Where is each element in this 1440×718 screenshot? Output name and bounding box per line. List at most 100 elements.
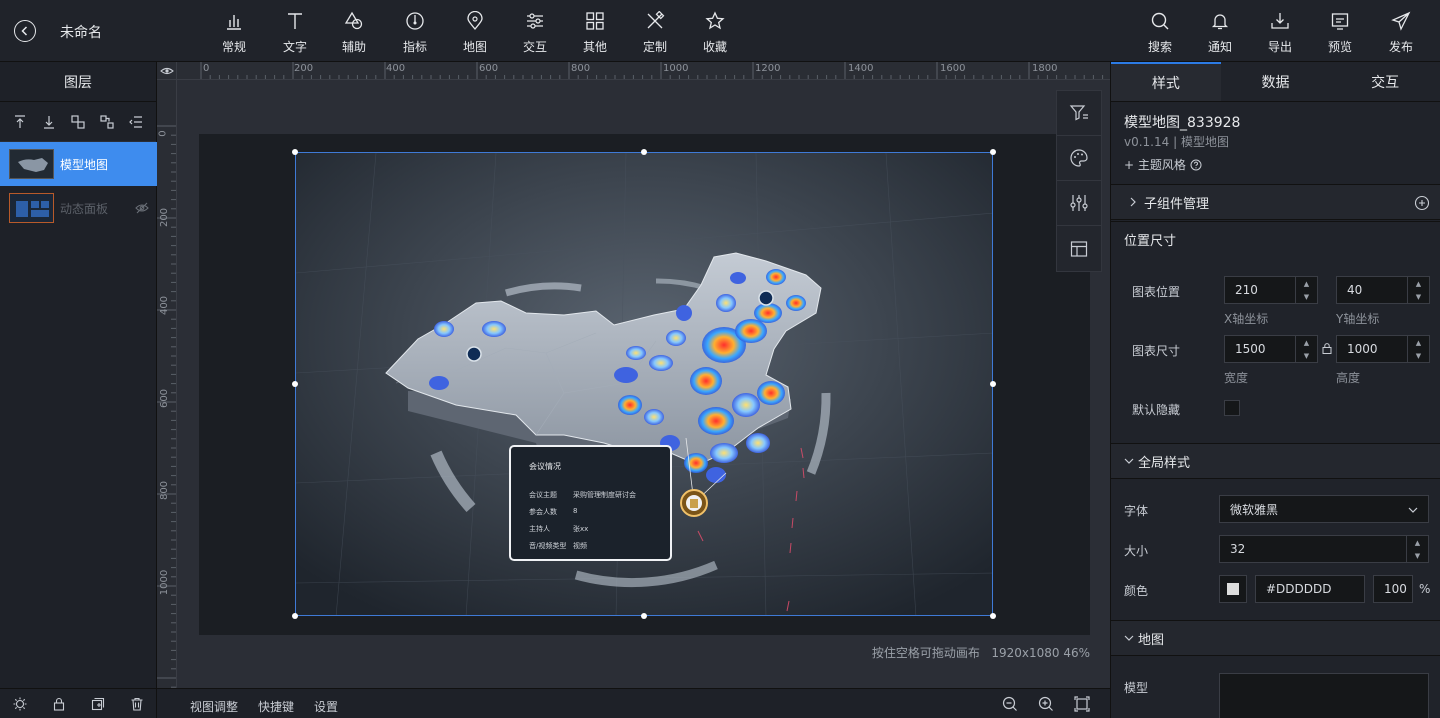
- height-caption: 高度: [1336, 371, 1361, 385]
- ruler-label: 0: [157, 130, 169, 137]
- ruler-ticks: [200, 62, 1104, 79]
- font-select[interactable]: 微软雅黑: [1219, 495, 1429, 523]
- toolbar-other[interactable]: 其他: [570, 10, 620, 56]
- shortcuts-button[interactable]: 快捷键: [258, 698, 294, 715]
- lock-icon[interactable]: [51, 696, 67, 712]
- palette-icon: [1070, 149, 1088, 167]
- toolbar-favorites[interactable]: 收藏: [690, 10, 740, 56]
- lightbulb-icon[interactable]: [12, 696, 28, 712]
- step-up-icon[interactable]: ▲: [1408, 277, 1429, 290]
- ruler-toggle[interactable]: [157, 62, 177, 80]
- collapse-icon[interactable]: [128, 114, 144, 130]
- eye-off-icon[interactable]: [135, 201, 149, 215]
- step-up-icon[interactable]: ▲: [1407, 536, 1428, 549]
- theme-style-link[interactable]: + 主题风格: [1124, 156, 1202, 173]
- gauge-icon: [404, 10, 426, 32]
- resize-handle-sw[interactable]: [292, 613, 298, 619]
- toolbar-publish[interactable]: 发布: [1376, 10, 1426, 56]
- popup-value: 采购管理制度研讨会: [573, 491, 636, 499]
- layer-thumbnail: [9, 149, 54, 179]
- top-toolbar: 未命名 常规 文字 辅助 指标 地图 交互 其他 定制 收藏 搜索 通知 导出 …: [0, 0, 1440, 62]
- tab-style[interactable]: 样式: [1111, 62, 1221, 101]
- model-map-component[interactable]: 会议情况 会议主题 采购管理制度研讨会 参会人数 8 主持人 张xx 音/视频类…: [295, 152, 993, 616]
- resize-handle-se[interactable]: [990, 613, 996, 619]
- move-to-top-icon[interactable]: [12, 114, 28, 130]
- popup-value: 视频: [573, 542, 587, 550]
- size-width-input[interactable]: 1500 ▲ ▼: [1224, 335, 1318, 363]
- step-down-icon[interactable]: ▼: [1296, 349, 1317, 362]
- resize-handle-s[interactable]: [641, 613, 647, 619]
- section-sub-components[interactable]: 子组件管理: [1111, 184, 1440, 220]
- toolbar-label: 交互: [522, 40, 547, 54]
- resize-handle-e[interactable]: [990, 381, 996, 387]
- toolbar-map[interactable]: 地图: [450, 10, 500, 56]
- position-y-input[interactable]: 40 ▲ ▼: [1336, 276, 1430, 304]
- toolbar-text[interactable]: 文字: [270, 10, 320, 56]
- font-size-input[interactable]: 32 ▲ ▼: [1219, 535, 1429, 563]
- layer-item-dynamic-panel[interactable]: 动态面板: [0, 186, 157, 230]
- resize-handle-ne[interactable]: [990, 149, 996, 155]
- duplicate-icon[interactable]: [90, 696, 106, 712]
- color-swatch[interactable]: [1219, 575, 1247, 603]
- tab-data[interactable]: 数据: [1221, 62, 1331, 101]
- toolbar-interaction[interactable]: 交互: [510, 10, 560, 56]
- input-value: 210: [1235, 283, 1258, 297]
- sliders-icon: [524, 10, 546, 32]
- step-up-icon[interactable]: ▲: [1296, 277, 1317, 290]
- section-global-style[interactable]: 全局样式: [1111, 443, 1440, 479]
- toolbar-regular[interactable]: 常规: [209, 10, 259, 56]
- position-x-input[interactable]: 210 ▲ ▼: [1224, 276, 1318, 304]
- zoom-in-icon[interactable]: [1038, 696, 1054, 712]
- layer-item-model-map[interactable]: 模型地图: [0, 142, 157, 186]
- section-title: 位置尺寸: [1124, 234, 1177, 249]
- resize-handle-n[interactable]: [641, 149, 647, 155]
- group-icon[interactable]: [70, 114, 86, 130]
- bell-icon: [1209, 10, 1231, 32]
- layer-name: 动态面板: [60, 201, 109, 216]
- layout-tool[interactable]: [1057, 226, 1101, 271]
- step-up-icon[interactable]: ▲: [1408, 336, 1429, 349]
- toolbar-indicator[interactable]: 指标: [390, 10, 440, 56]
- toolbar-notify[interactable]: 通知: [1195, 10, 1245, 56]
- back-button[interactable]: [14, 20, 36, 42]
- tab-interaction[interactable]: 交互: [1330, 62, 1440, 101]
- panel-tabs: 样式 数据 交互: [1111, 62, 1440, 102]
- opacity-input[interactable]: 100: [1373, 575, 1413, 603]
- lock-ratio-icon[interactable]: [1321, 342, 1333, 354]
- toolbar-search[interactable]: 搜索: [1135, 10, 1185, 56]
- model-upload-box[interactable]: [1219, 673, 1429, 718]
- ruler-label: 1400: [848, 63, 874, 74]
- section-map[interactable]: 地图: [1111, 620, 1440, 656]
- view-adjust-button[interactable]: 视图调整: [190, 698, 238, 715]
- move-to-bottom-icon[interactable]: [41, 114, 57, 130]
- step-down-icon[interactable]: ▼: [1408, 290, 1429, 303]
- resize-handle-w[interactable]: [292, 381, 298, 387]
- filter-tool[interactable]: [1057, 91, 1101, 136]
- toolbar-export[interactable]: 导出: [1255, 10, 1305, 56]
- toolbar-preview[interactable]: 预览: [1315, 10, 1365, 56]
- input-value: 1000: [1347, 342, 1378, 356]
- ungroup-icon[interactable]: [99, 114, 115, 130]
- step-down-icon[interactable]: ▼: [1407, 549, 1428, 562]
- zoom-out-icon[interactable]: [1002, 696, 1018, 712]
- bottom-toolbar: 视图调整 快捷键 设置: [157, 688, 1110, 718]
- canvas-workspace[interactable]: 会议情况 会议主题 采购管理制度研讨会 参会人数 8 主持人 张xx 音/视频类…: [177, 80, 1110, 688]
- step-up-icon[interactable]: ▲: [1296, 336, 1317, 349]
- step-down-icon[interactable]: ▼: [1296, 290, 1317, 303]
- fit-screen-icon[interactable]: [1074, 696, 1090, 712]
- toolbar-custom[interactable]: 定制: [630, 10, 680, 56]
- toolbar-auxiliary[interactable]: 辅助: [329, 10, 379, 56]
- resize-handle-nw[interactable]: [292, 149, 298, 155]
- size-height-input[interactable]: 1000 ▲ ▼: [1336, 335, 1430, 363]
- input-value: 100: [1384, 582, 1407, 596]
- step-down-icon[interactable]: ▼: [1408, 349, 1429, 362]
- theme-tool[interactable]: [1057, 136, 1101, 181]
- text-icon: [284, 10, 306, 32]
- adjust-tool[interactable]: [1057, 181, 1101, 226]
- chart-size-label: 图表尺寸: [1132, 344, 1181, 358]
- settings-button[interactable]: 设置: [314, 698, 338, 715]
- color-hex-input[interactable]: #DDDDDD: [1255, 575, 1365, 603]
- add-circle-icon: [1414, 195, 1430, 211]
- trash-icon[interactable]: [129, 696, 145, 712]
- default-hidden-checkbox[interactable]: [1224, 400, 1240, 416]
